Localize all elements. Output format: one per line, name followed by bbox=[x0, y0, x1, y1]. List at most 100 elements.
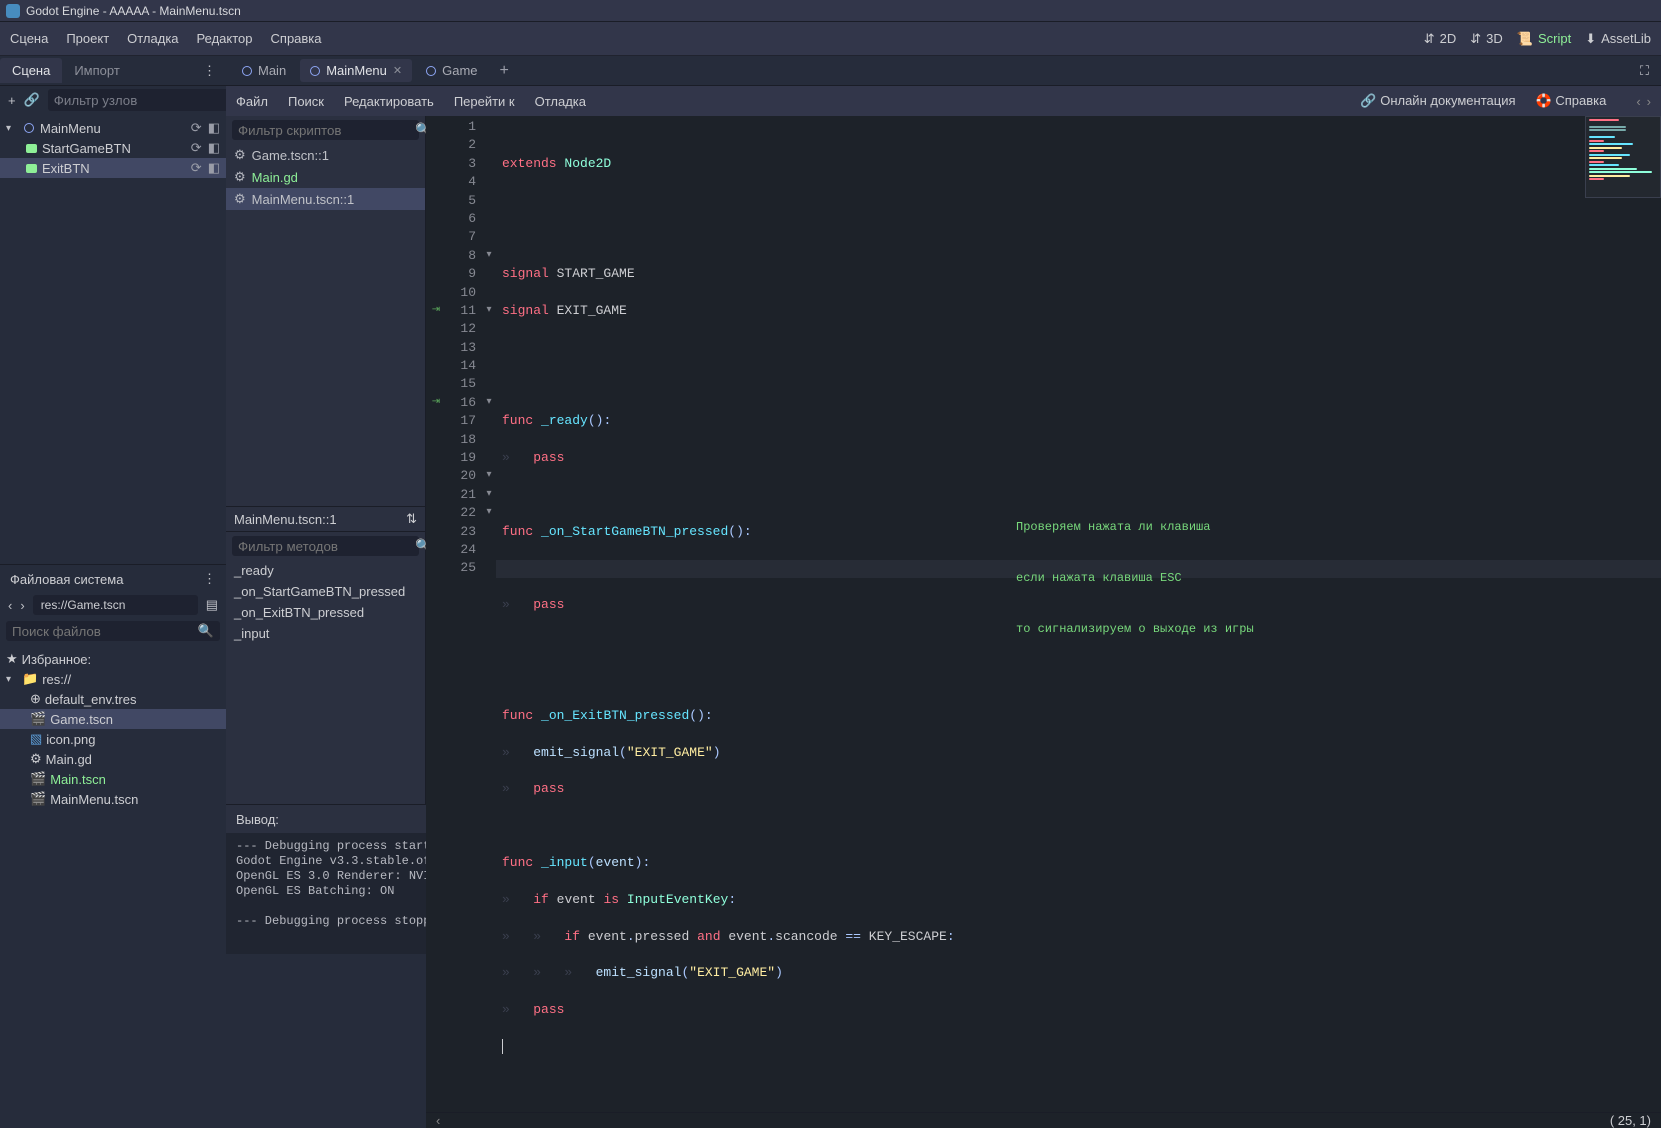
resource-icon: ⊕ bbox=[30, 691, 41, 707]
link-icon: 🔗 bbox=[1360, 93, 1376, 108]
nav-fwd-icon[interactable]: › bbox=[1647, 94, 1651, 109]
titlebar: Godot Engine - AAAAA - MainMenu.tscn bbox=[0, 0, 1661, 22]
fs-file[interactable]: ▧ icon.png bbox=[0, 729, 226, 749]
fs-favorites[interactable]: ★ Избранное: bbox=[0, 649, 226, 669]
chevron-down-icon[interactable]: ▾ bbox=[6, 123, 18, 134]
scene-icon: 🎬 bbox=[30, 791, 46, 807]
workspace-3d[interactable]: ⇵ 3D bbox=[1470, 31, 1503, 47]
code-editor[interactable]: ⇥ ⇥ 12345 678910 1112131415 1617181920 2… bbox=[426, 116, 1661, 1112]
tab-scene[interactable]: Сцена bbox=[0, 58, 62, 83]
link-icon[interactable]: 🔗 bbox=[24, 92, 40, 108]
minimap[interactable] bbox=[1585, 116, 1661, 198]
signal-connect-icon: ⇥ bbox=[426, 302, 446, 320]
script-icon: 📜 bbox=[1517, 31, 1533, 47]
panel-menu-icon[interactable]: ⋮ bbox=[193, 63, 226, 79]
tree-node-root[interactable]: ▾ MainMenu ⟳◧ bbox=[0, 118, 226, 138]
workspace-2d[interactable]: ⇵ 2D bbox=[1424, 31, 1457, 47]
star-icon: ★ bbox=[6, 651, 18, 667]
gear-icon: ⚙ bbox=[234, 169, 246, 185]
fold-gutter: ▾ ▾ ▾▾ ▾▾ bbox=[482, 116, 496, 1112]
nav-back-icon[interactable]: ‹ bbox=[8, 598, 12, 613]
online-docs-button[interactable]: 🔗 Онлайн документация bbox=[1360, 93, 1515, 109]
scene-tab[interactable]: Main bbox=[232, 59, 296, 82]
scene-tab[interactable]: Game bbox=[416, 59, 487, 82]
fs-path[interactable]: res://Game.tscn bbox=[33, 595, 198, 615]
visibility-icon[interactable]: ◧ bbox=[208, 140, 220, 156]
menubar: Сцена Проект Отладка Редактор Справка ⇵ … bbox=[0, 22, 1661, 56]
filesystem-title: Файловая система bbox=[10, 572, 123, 587]
window-title: Godot Engine - AAAAA - MainMenu.tscn bbox=[26, 4, 241, 18]
signal-icon[interactable]: ⟳ bbox=[191, 160, 202, 176]
gear-icon: ⚙ bbox=[30, 751, 42, 767]
text-cursor bbox=[502, 1039, 503, 1054]
script-list-item[interactable]: ⚙ MainMenu.tscn::1 bbox=[226, 188, 425, 210]
workspace-script[interactable]: 📜 Script bbox=[1517, 31, 1571, 47]
signal-icon[interactable]: ⟳ bbox=[191, 140, 202, 156]
scene-icon: 🎬 bbox=[30, 771, 46, 787]
godot-logo-icon bbox=[6, 4, 20, 18]
fs-root[interactable]: ▾ 📁 res:// bbox=[0, 669, 226, 689]
script-menu-debug[interactable]: Отладка bbox=[535, 94, 586, 109]
script-menu-edit[interactable]: Редактировать bbox=[344, 94, 434, 109]
method-filter-input[interactable] bbox=[238, 539, 415, 554]
menu-debug[interactable]: Отладка bbox=[127, 31, 178, 46]
sort-icon[interactable]: ⇅ bbox=[406, 511, 417, 527]
method-item[interactable]: _on_ExitBTN_pressed bbox=[226, 602, 425, 623]
script-attach-icon[interactable]: ◧ bbox=[208, 120, 220, 136]
menu-editor[interactable]: Редактор bbox=[197, 31, 253, 46]
fullscreen-icon[interactable]: ⛶ bbox=[1640, 63, 1655, 79]
node-icon bbox=[426, 66, 436, 76]
3d-icon: ⇵ bbox=[1470, 31, 1481, 47]
signal-connect-icon: ⇥ bbox=[426, 394, 446, 412]
tree-node-child[interactable]: StartGameBTN ⟳◧ bbox=[0, 138, 226, 158]
chevron-down-icon[interactable]: ▾ bbox=[6, 674, 18, 685]
fs-file[interactable]: ⊕ default_env.tres bbox=[0, 689, 226, 709]
instance-icon[interactable]: ⟳ bbox=[191, 120, 202, 136]
script-menu-file[interactable]: Файл bbox=[236, 94, 268, 109]
gear-icon: ⚙ bbox=[234, 191, 246, 207]
tab-import[interactable]: Импорт bbox=[62, 58, 131, 83]
node-filter-input[interactable] bbox=[48, 89, 237, 111]
script-menu-search[interactable]: Поиск bbox=[288, 94, 324, 109]
image-icon: ▧ bbox=[30, 731, 42, 747]
script-list-item[interactable]: ⚙ Main.gd bbox=[226, 166, 425, 188]
script-filter-input[interactable] bbox=[238, 123, 415, 138]
menu-scene[interactable]: Сцена bbox=[10, 31, 48, 46]
script-menu-goto[interactable]: Перейти к bbox=[454, 94, 515, 109]
workspace-assetlib[interactable]: ⬇ AssetLib bbox=[1585, 31, 1651, 47]
nav-back-icon[interactable]: ‹ bbox=[436, 1113, 440, 1128]
scene-tab[interactable]: MainMenu ✕ bbox=[300, 59, 412, 82]
grid-view-icon[interactable]: ▤ bbox=[206, 597, 218, 613]
gear-icon: ⚙ bbox=[234, 147, 246, 163]
help-button[interactable]: 🛟 Справка bbox=[1536, 93, 1607, 109]
search-icon: 🔍 bbox=[198, 623, 214, 639]
method-item[interactable]: _ready bbox=[226, 560, 425, 581]
button-icon bbox=[24, 161, 38, 175]
cursor-position: ( 25, 1) bbox=[1610, 1113, 1651, 1128]
menu-project[interactable]: Проект bbox=[66, 31, 109, 46]
current-script-label: MainMenu.tscn::1 bbox=[234, 512, 337, 527]
panel-menu-icon[interactable]: ⋮ bbox=[203, 571, 216, 587]
nav-fwd-icon[interactable]: › bbox=[20, 598, 24, 613]
fs-file[interactable]: 🎬 Game.tscn bbox=[0, 709, 226, 729]
script-list-item[interactable]: ⚙ Game.tscn::1 bbox=[226, 144, 425, 166]
fs-file[interactable]: 🎬 Main.tscn bbox=[0, 769, 226, 789]
new-tab-button[interactable]: + bbox=[492, 62, 517, 80]
fs-search-input[interactable] bbox=[12, 624, 198, 639]
method-item[interactable]: _input bbox=[226, 623, 425, 644]
2d-icon: ⇵ bbox=[1424, 31, 1435, 47]
tree-node-child[interactable]: ExitBTN ⟳◧ bbox=[0, 158, 226, 178]
download-icon: ⬇ bbox=[1585, 31, 1596, 47]
add-node-icon[interactable]: + bbox=[8, 93, 16, 108]
nav-back-icon[interactable]: ‹ bbox=[1636, 94, 1640, 109]
scene-icon: 🎬 bbox=[30, 711, 46, 727]
menu-help[interactable]: Справка bbox=[271, 31, 322, 46]
node2d-icon bbox=[22, 121, 36, 135]
fs-file[interactable]: ⚙ Main.gd bbox=[0, 749, 226, 769]
script-toolbar: Файл Поиск Редактировать Перейти к Отлад… bbox=[226, 86, 1661, 116]
node-icon bbox=[310, 66, 320, 76]
visibility-icon[interactable]: ◧ bbox=[208, 160, 220, 176]
method-item[interactable]: _on_StartGameBTN_pressed bbox=[226, 581, 425, 602]
fs-file[interactable]: 🎬 MainMenu.tscn bbox=[0, 789, 226, 809]
close-icon[interactable]: ✕ bbox=[393, 64, 402, 77]
